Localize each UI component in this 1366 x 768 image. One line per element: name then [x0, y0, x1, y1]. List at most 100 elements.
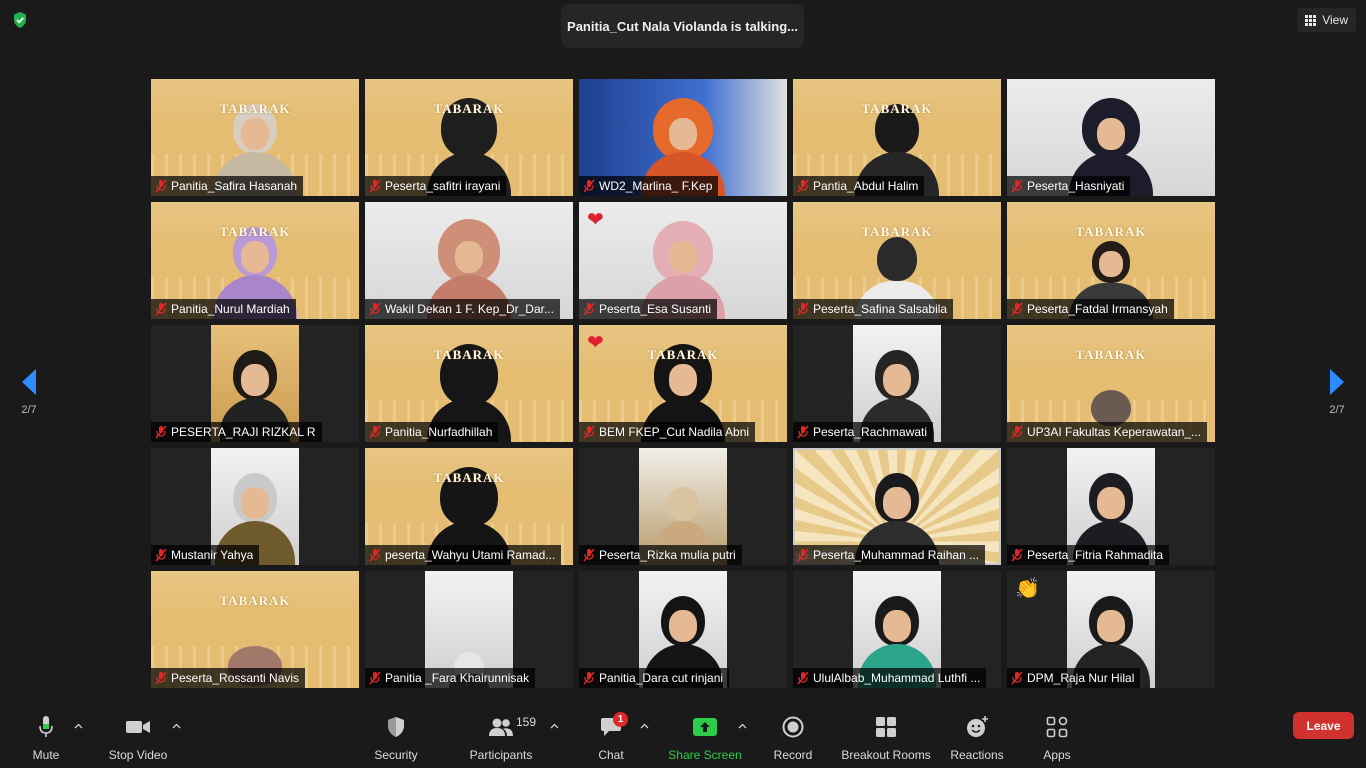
video-tile[interactable]: PESERTA_RAJI RIZKAL R: [151, 325, 359, 442]
mic-muted-icon: [797, 548, 809, 562]
heart-reaction-icon: ❤: [587, 209, 604, 231]
video-tile[interactable]: Peserta_Safina Salsabila: [793, 202, 1001, 319]
encryption-shield-icon[interactable]: [10, 10, 30, 30]
video-tile[interactable]: Panitia_Safira Hasanah: [151, 79, 359, 196]
participant-name-tag: Panitia_Safira Hasanah: [151, 176, 304, 196]
video-tile[interactable]: Panitia_Dara cut rinjani: [579, 571, 787, 688]
mic-muted-icon: [797, 671, 809, 685]
participant-name-tag: Wakil Dekan 1 F. Kep_Dr_Dar...: [365, 299, 560, 319]
video-camera-icon: [126, 721, 150, 733]
participant-name-tag: Peserta_Rizka mulia putri: [579, 545, 742, 565]
record-icon: [782, 716, 804, 738]
participant-name-tag: Peserta_safitri irayani: [365, 176, 507, 196]
video-tile[interactable]: peserta_Wahyu Utami Ramad...: [365, 448, 573, 565]
mic-muted-icon: [583, 302, 595, 316]
participant-name-tag: DPM_Raja Nur Hilal: [1007, 668, 1141, 688]
triangle-left-icon[interactable]: [20, 368, 38, 396]
participant-name-tag: UlulAlbab_Muhammad Luthfi ...: [793, 668, 987, 688]
chevron-up-icon: [738, 723, 746, 729]
video-tile[interactable]: ❤ BEM FKEP_Cut Nadila Abni: [579, 325, 787, 442]
mic-muted-icon: [1011, 302, 1023, 316]
chevron-up-icon: [172, 723, 180, 729]
video-tile[interactable]: ❤ Peserta_Esa Susanti: [579, 202, 787, 319]
video-tile[interactable]: Peserta_Muhammad Raihan ...: [793, 448, 1001, 565]
participant-name-tag: WD2_Marlina_ F.Kep: [579, 176, 719, 196]
video-tile[interactable]: UP3AI Fakultas Keperawatan_...: [1007, 325, 1215, 442]
breakout-rooms-button[interactable]: Breakout Rooms: [840, 714, 932, 762]
mic-muted-icon: [369, 671, 381, 685]
share-options-caret[interactable]: [736, 720, 748, 732]
reactions-button[interactable]: Reactions: [948, 714, 1006, 762]
mic-muted-icon: [583, 425, 595, 439]
previous-page-nav[interactable]: 2/7: [14, 368, 44, 428]
video-tile[interactable]: Panitia_Nurul Mardiah: [151, 202, 359, 319]
participant-name-tag: UP3AI Fakultas Keperawatan_...: [1007, 422, 1208, 442]
participants-button[interactable]: 159 Participants: [468, 714, 537, 762]
heart-reaction-icon: ❤: [587, 332, 604, 354]
video-tile[interactable]: Peserta_Fitria Rahmadita: [1007, 448, 1215, 565]
video-tile[interactable]: Panitia_Nurfadhillah: [365, 325, 573, 442]
video-tile[interactable]: Peserta_safitri irayani: [365, 79, 573, 196]
participant-name-tag: PESERTA_RAJI RIZKAL R: [151, 422, 322, 442]
video-tile[interactable]: WD2_Marlina_ F.Kep: [579, 79, 787, 196]
video-tile[interactable]: UlulAlbab_Muhammad Luthfi ...: [793, 571, 1001, 688]
security-button[interactable]: Security: [370, 714, 422, 762]
triangle-right-icon[interactable]: [1328, 368, 1346, 396]
stop-video-button[interactable]: Stop Video: [106, 714, 170, 762]
video-tile[interactable]: Peserta_Fatdal Irmansyah: [1007, 202, 1215, 319]
view-button-label: View: [1322, 13, 1348, 27]
participant-name-tag: peserta_Wahyu Utami Ramad...: [365, 545, 562, 565]
mute-button[interactable]: Mute: [26, 714, 66, 762]
microphone-icon: [39, 716, 53, 737]
mic-muted-icon: [369, 302, 381, 316]
meeting-toolbar: Mute Stop Video Security 159 Participant…: [0, 706, 1366, 768]
audio-options-caret[interactable]: [72, 720, 84, 732]
participants-options-caret[interactable]: [548, 720, 560, 732]
mic-muted-icon: [155, 671, 167, 685]
video-tile[interactable]: Wakil Dekan 1 F. Kep_Dr_Dar...: [365, 202, 573, 319]
participant-name-tag: Peserta_Fatdal Irmansyah: [1007, 299, 1174, 319]
chevron-up-icon: [640, 723, 648, 729]
participant-name-tag: Peserta_Rossanti Navis: [151, 668, 306, 688]
video-tile[interactable]: Peserta_Rossanti Navis: [151, 571, 359, 688]
next-page-nav[interactable]: 2/7: [1322, 368, 1352, 428]
mic-muted-icon: [1011, 671, 1023, 685]
video-tile[interactable]: 👏 DPM_Raja Nur Hilal: [1007, 571, 1215, 688]
video-tile[interactable]: Peserta_Rizka mulia putri: [579, 448, 787, 565]
video-tile[interactable]: Mustanir Yahya: [151, 448, 359, 565]
video-options-caret[interactable]: [170, 720, 182, 732]
apps-button[interactable]: Apps: [1036, 714, 1078, 762]
shield-icon: [388, 717, 404, 737]
mic-muted-icon: [155, 425, 167, 439]
share-screen-button[interactable]: Share Screen: [668, 714, 742, 762]
participant-name-tag: Panitia_Nurfadhillah: [365, 422, 499, 442]
mic-muted-icon: [1011, 425, 1023, 439]
gallery-grid-icon: [1305, 14, 1317, 26]
mic-muted-icon: [155, 548, 167, 562]
record-button[interactable]: Record: [770, 714, 816, 762]
mic-muted-icon: [583, 548, 595, 562]
clapping-hands-reaction-icon: 👏: [1015, 578, 1040, 600]
active-speaker-text: Panitia_Cut Nala Violanda is talking...: [567, 18, 798, 34]
video-tile[interactable]: Pantia_Abdul Halim: [793, 79, 1001, 196]
participant-name-tag: Panitia _Fara Khairunnisak: [365, 668, 536, 688]
leave-button[interactable]: Leave: [1293, 712, 1354, 739]
breakout-rooms-icon: [876, 717, 896, 737]
participant-name-tag: BEM FKEP_Cut Nadila Abni: [579, 422, 756, 442]
mic-muted-icon: [583, 179, 595, 193]
video-tile[interactable]: Peserta_Hasniyati: [1007, 79, 1215, 196]
chat-options-caret[interactable]: [638, 720, 650, 732]
view-button[interactable]: View: [1297, 8, 1356, 32]
participant-name-tag: Peserta_Safina Salsabila: [793, 299, 954, 319]
share-screen-icon: [693, 718, 717, 736]
video-tile[interactable]: Peserta_Rachmawati: [793, 325, 1001, 442]
chevron-up-icon: [74, 723, 82, 729]
video-gallery: Panitia_Safira Hasanah Peserta_safitri i…: [151, 79, 1215, 688]
participant-name-tag: Peserta_Fitria Rahmadita: [1007, 545, 1170, 565]
chat-button[interactable]: 1 Chat: [592, 712, 630, 762]
participant-name-tag: Panitia_Dara cut rinjani: [579, 668, 730, 688]
participants-count: 159: [516, 715, 537, 729]
chevron-up-icon: [550, 723, 558, 729]
video-tile[interactable]: Panitia _Fara Khairunnisak: [365, 571, 573, 688]
mic-muted-icon: [1011, 548, 1023, 562]
